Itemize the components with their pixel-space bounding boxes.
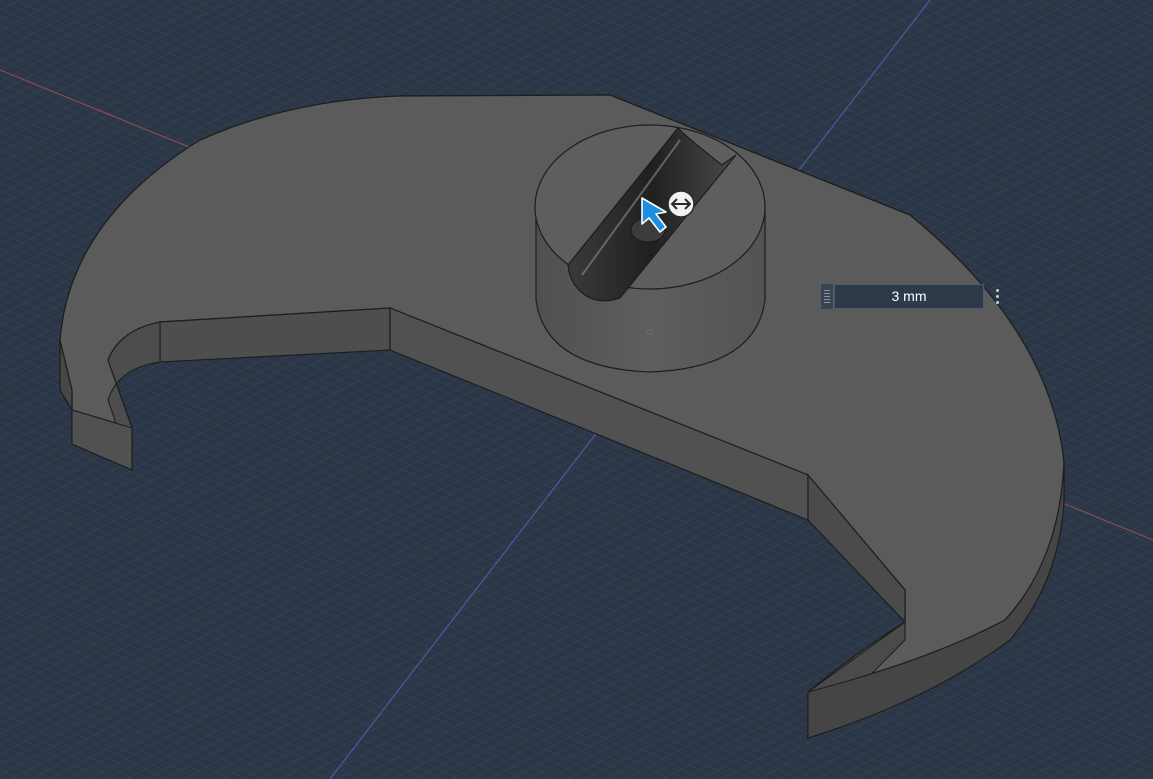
cylinder-boss[interactable] xyxy=(534,124,766,373)
distance-input[interactable]: 3 mm xyxy=(834,284,984,309)
3d-viewport[interactable]: 3 mm xyxy=(0,0,1153,779)
dimension-input-widget[interactable]: 3 mm xyxy=(820,282,1010,311)
move-handle-icon xyxy=(667,190,695,218)
drag-grip-icon[interactable] xyxy=(820,283,834,310)
viewport-canvas[interactable] xyxy=(0,0,1153,779)
vertical-ellipsis-icon[interactable] xyxy=(989,284,1005,309)
